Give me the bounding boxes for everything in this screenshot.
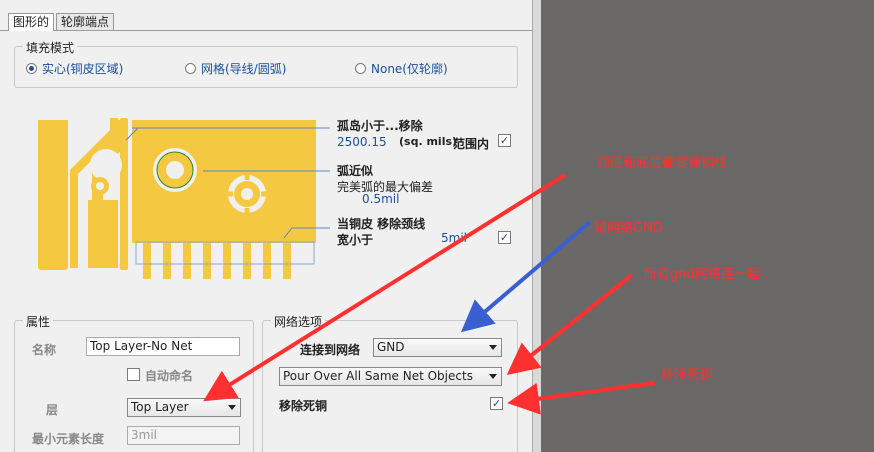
annotation-arrow-dead-copper (507, 381, 656, 415)
annotation-text-pour: 所有gnd网络连一起 (644, 267, 760, 282)
annotation-arrows (203, 173, 656, 415)
annotation-text-net: 铺网络GND (594, 221, 663, 236)
annotation-text-dead-copper: 移除死铜 (661, 368, 714, 383)
annotation-arrow-net (460, 220, 592, 333)
annotation-arrow-layer (203, 173, 567, 402)
annotation-text-layer: 顶层和底层都要铺铜线 (597, 156, 728, 171)
annotation-arrow-pour (506, 273, 634, 375)
